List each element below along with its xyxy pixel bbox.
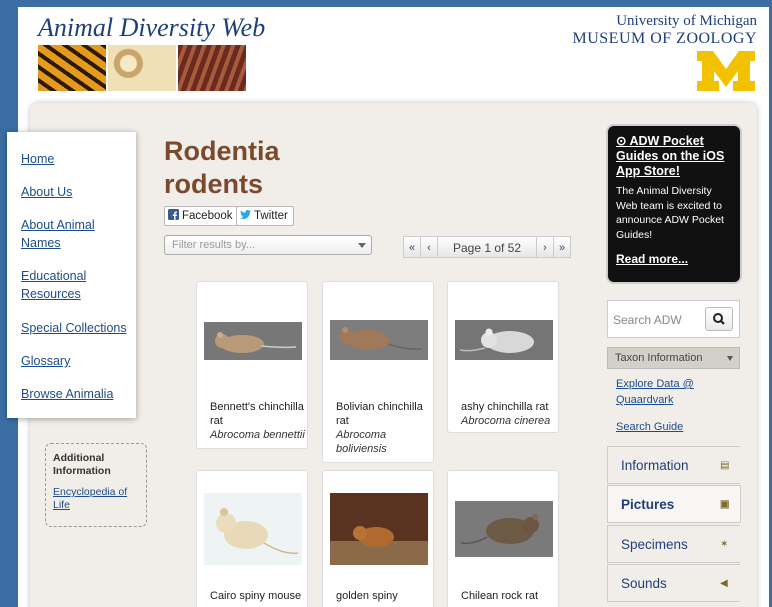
promo-heading-text: ADW Pocket Guides on the iOS App Store! — [616, 134, 725, 178]
umich-line1: University of Michigan — [616, 13, 757, 29]
block-m-logo[interactable] — [695, 49, 757, 93]
card-scientific-name: Abrocoma bennettii — [210, 429, 305, 441]
umich-museum-logo[interactable]: University of Michigan MUSEUM OF ZOOLOGY — [572, 13, 757, 48]
speaker-icon: ◀ — [720, 578, 728, 589]
facebook-icon — [168, 209, 179, 220]
nav-special-collections[interactable]: Special Collections — [21, 319, 131, 337]
nav-home[interactable]: Home — [21, 150, 131, 168]
chevron-down-icon — [727, 356, 733, 361]
adw-logo-letter-d: D — [108, 45, 176, 91]
twitter-share-button[interactable]: Twitter — [236, 206, 294, 226]
card-names: Bennett's chinchilla rat Abrocoma bennet… — [210, 400, 306, 442]
species-card[interactable]: golden spiny — [322, 470, 434, 607]
species-thumbnail — [204, 493, 302, 565]
search-button[interactable] — [705, 307, 733, 331]
species-thumbnail — [330, 493, 428, 565]
tab-sounds[interactable]: Sounds ◀ — [607, 564, 740, 602]
pager-last-button[interactable]: » — [553, 236, 571, 258]
search-guide-link[interactable]: Search Guide — [616, 419, 683, 435]
search-icon — [713, 313, 725, 325]
tab-pictures[interactable]: Pictures ▣ — [607, 485, 741, 523]
adw-logo-letter-a: A — [38, 45, 106, 91]
umich-line2: MUSEUM OF ZOOLOGY — [572, 30, 757, 47]
card-common-name: Bennett's chinchilla rat — [210, 401, 304, 427]
species-card[interactable]: Cairo spiny mouse — [196, 470, 308, 607]
card-names: Chilean rock rat — [461, 589, 557, 603]
card-common-name: ashy chinchilla rat — [461, 401, 549, 413]
tab-label: Pictures — [621, 497, 675, 512]
card-names: Bolivian chinchilla rat Abrocoma bolivie… — [336, 400, 432, 456]
pocket-guides-promo: ⊙ ADW Pocket Guides on the iOS App Store… — [608, 126, 740, 282]
additional-info-box: Additional Information Encyclopedia of L… — [45, 443, 147, 527]
species-card[interactable]: Bennett's chinchilla rat Abrocoma bennet… — [196, 281, 308, 449]
document-icon: ▤ — [720, 460, 730, 471]
tab-label: Specimens — [621, 537, 688, 552]
card-common-name: golden spiny — [336, 590, 398, 602]
search-input[interactable] — [611, 310, 695, 330]
facebook-share-button[interactable]: Facebook — [164, 206, 239, 226]
quaardvark-link[interactable]: Explore Data @ Quaardvark — [616, 376, 726, 408]
species-thumbnail — [330, 320, 428, 360]
taxon-select-value: Taxon Information — [615, 352, 703, 364]
card-names: Cairo spiny mouse — [210, 589, 306, 603]
pager: « ‹ Page 1 of 52 › » — [403, 236, 571, 258]
species-thumbnail — [455, 320, 553, 360]
species-thumbnail — [455, 501, 553, 557]
nav-about-us[interactable]: About Us — [21, 183, 131, 201]
card-names: ashy chinchilla rat Abrocoma cinerea — [461, 400, 557, 428]
pager-label: Page 1 of 52 — [437, 236, 537, 258]
card-scientific-name: Abrocoma boliviensis — [336, 429, 387, 455]
tab-information[interactable]: Information ▤ — [607, 446, 740, 484]
card-common-name: Cairo spiny mouse — [210, 590, 302, 602]
app-store-icon: ⊙ — [616, 134, 627, 148]
species-card[interactable]: Bolivian chinchilla rat Abrocoma bolivie… — [322, 281, 434, 463]
twitter-icon — [240, 210, 251, 219]
taxon-common-name: rodents — [164, 169, 264, 199]
adw-logo-letter-w: W — [178, 45, 246, 91]
tab-specimens[interactable]: Specimens ✶ — [607, 525, 740, 563]
species-card[interactable]: Chilean rock rat — [447, 470, 559, 607]
filter-results-select[interactable]: Filter results by... — [164, 235, 372, 255]
species-thumbnail — [204, 322, 302, 360]
card-common-name: Bolivian chinchilla rat — [336, 401, 423, 427]
twitter-label: Twitter — [254, 210, 288, 222]
card-common-name: Chilean rock rat — [461, 590, 539, 602]
adw-logo[interactable]: A D W — [38, 45, 246, 91]
camera-icon: ▣ — [720, 499, 730, 510]
left-nav: Home About Us About Animal Names Educati… — [7, 132, 136, 418]
card-names: golden spiny — [336, 589, 432, 603]
specimen-icon: ✶ — [720, 539, 729, 550]
nav-browse-animalia[interactable]: Browse Animalia — [21, 385, 131, 403]
page-title: Rodentia rodents — [164, 135, 280, 201]
card-scientific-name: Abrocoma cinerea — [461, 415, 551, 427]
tab-label: Information — [621, 458, 689, 473]
search-box — [607, 300, 740, 338]
promo-read-more-link[interactable]: Read more... — [616, 252, 732, 266]
nav-educational-resources[interactable]: Educational Resources — [21, 267, 131, 303]
chevron-down-icon — [358, 243, 366, 248]
pager-first-button[interactable]: « — [403, 236, 421, 258]
species-card[interactable]: ashy chinchilla rat Abrocoma cinerea — [447, 281, 559, 433]
nav-glossary[interactable]: Glossary — [21, 352, 131, 370]
filter-placeholder: Filter results by... — [172, 239, 255, 251]
taxon-name: Rodentia — [164, 136, 280, 166]
promo-heading[interactable]: ⊙ ADW Pocket Guides on the iOS App Store… — [616, 134, 732, 179]
promo-body: The Animal Diversity Web team is excited… — [616, 185, 724, 241]
facebook-label: Facebook — [182, 210, 233, 222]
additional-info-title: Additional Information — [53, 452, 111, 477]
nav-about-animal-names[interactable]: About Animal Names — [21, 216, 131, 252]
eol-link[interactable]: Encyclopedia of Life — [53, 486, 139, 512]
pager-prev-button[interactable]: ‹ — [420, 236, 438, 258]
pager-next-button[interactable]: › — [536, 236, 554, 258]
taxon-info-select[interactable]: Taxon Information — [607, 347, 740, 369]
tab-label: Sounds — [621, 576, 667, 591]
